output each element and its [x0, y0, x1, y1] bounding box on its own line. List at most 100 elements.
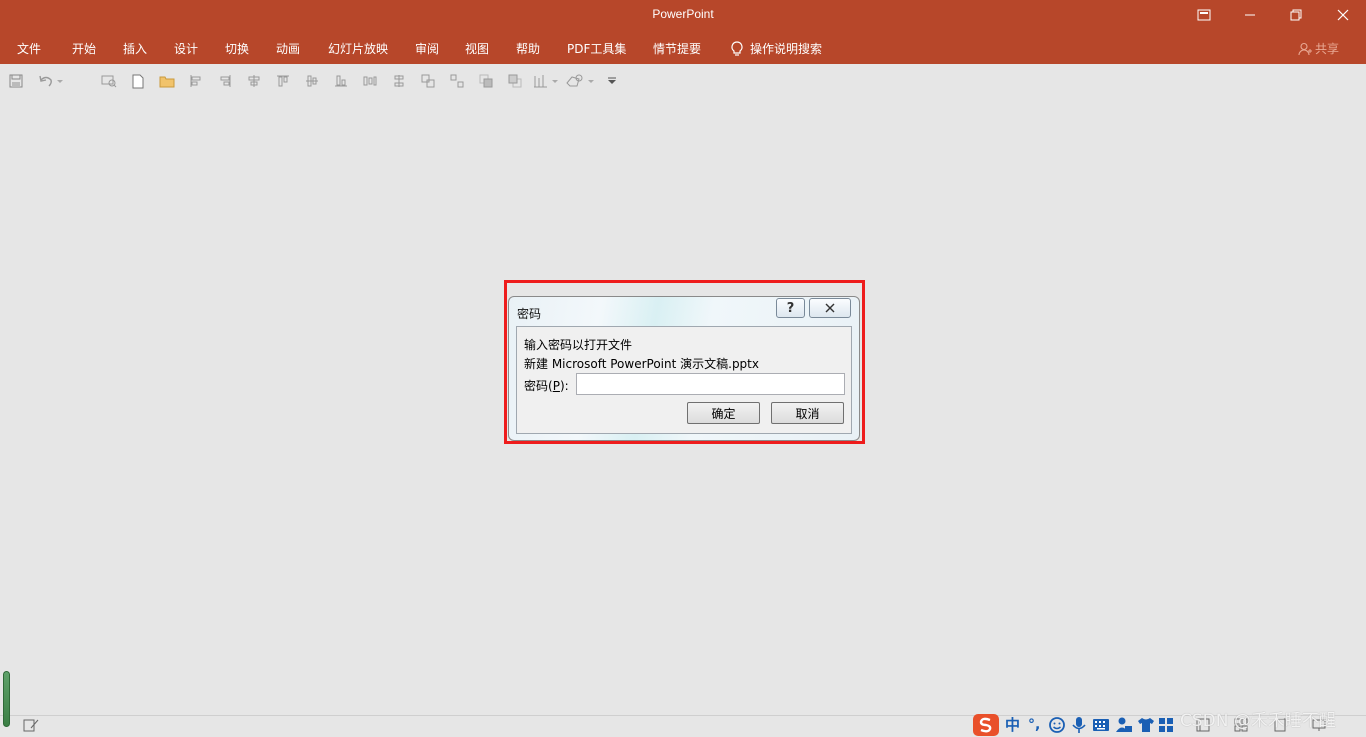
smiley-icon: [1049, 716, 1065, 733]
person-icon: [1298, 42, 1312, 55]
open-folder-button[interactable]: [158, 72, 176, 90]
tab-transitions[interactable]: 切换: [225, 40, 249, 57]
ime-keyboard-button[interactable]: [1092, 712, 1110, 737]
shirt-icon: [1138, 717, 1154, 732]
tab-review[interactable]: 审阅: [415, 40, 439, 57]
ime-emoji-button[interactable]: [1048, 712, 1066, 737]
tab-storyboard[interactable]: 情节提要: [653, 40, 701, 57]
minimize-button[interactable]: [1227, 0, 1273, 30]
window-title: PowerPoint: [652, 7, 714, 21]
align-center-button[interactable]: [245, 72, 263, 90]
open-folder-icon: [159, 76, 175, 87]
tell-me-search[interactable]: 操作说明搜索: [730, 40, 822, 57]
tab-pdf-tools[interactable]: PDF工具集: [567, 40, 626, 57]
tab-help[interactable]: 帮助: [516, 40, 540, 57]
align-left-icon: [190, 75, 201, 87]
distribute-horizontal-button[interactable]: [361, 72, 379, 90]
chart-button[interactable]: [533, 72, 559, 90]
align-right-button[interactable]: [216, 72, 234, 90]
password-input[interactable]: [576, 373, 845, 395]
close-icon: [825, 303, 835, 313]
user-icon: [1116, 717, 1132, 732]
align-middle-button[interactable]: [303, 72, 321, 90]
group-button[interactable]: [419, 72, 437, 90]
dialog-close-button[interactable]: [809, 298, 851, 318]
ribbon-display-options-button[interactable]: [1181, 0, 1227, 30]
bring-forward-button[interactable]: [477, 72, 495, 90]
microphone-icon: [1072, 716, 1086, 733]
new-document-button[interactable]: [129, 72, 147, 90]
align-bottom-button[interactable]: [332, 72, 350, 90]
password-dialog: 密码 ? 输入密码以打开文件 新建 Microsoft PowerPoint 演…: [508, 296, 860, 441]
password-accesskey: P: [552, 379, 560, 393]
slide-zoom-button[interactable]: [100, 72, 118, 90]
dialog-filename: 新建 Microsoft PowerPoint 演示文稿.pptx: [524, 357, 759, 371]
notes-icon: [23, 719, 39, 731]
keyboard-icon: [1093, 718, 1109, 731]
minimize-icon: [1245, 14, 1255, 16]
chart-icon: [534, 75, 558, 88]
ime-chinese-toggle[interactable]: 中: [1005, 712, 1020, 737]
save-button[interactable]: [7, 72, 25, 90]
slide-zoom-icon: [101, 75, 117, 88]
align-left-button[interactable]: [187, 72, 205, 90]
ime-skin-button[interactable]: [1137, 712, 1155, 737]
title-bar: PowerPoint: [0, 0, 1366, 32]
dialog-help-button[interactable]: ?: [776, 298, 805, 318]
sogou-logo-icon: [973, 713, 999, 736]
close-button[interactable]: [1320, 0, 1366, 30]
cancel-button[interactable]: 取消: [771, 402, 844, 424]
grid-icon: [1159, 717, 1173, 732]
notes-button[interactable]: [23, 712, 39, 737]
shapes-icon: [566, 74, 594, 87]
align-top-icon: [277, 75, 289, 87]
send-backward-icon: [508, 74, 522, 88]
ime-punctuation-toggle[interactable]: °,: [1028, 712, 1040, 737]
tab-file[interactable]: 文件: [17, 40, 41, 57]
ime-logo-button[interactable]: [972, 712, 1000, 737]
dialog-body: 输入密码以打开文件 新建 Microsoft PowerPoint 演示文稿.p…: [516, 326, 852, 434]
distribute-vertical-button[interactable]: [390, 72, 408, 90]
group-icon: [421, 74, 435, 88]
watermark-text: CSDN @禾禾睡不醒: [1180, 711, 1336, 731]
align-center-icon: [248, 75, 260, 87]
new-document-icon: [132, 74, 144, 88]
tab-home[interactable]: 开始: [72, 40, 96, 57]
tab-animations[interactable]: 动画: [276, 40, 300, 57]
bring-forward-icon: [479, 74, 493, 88]
ungroup-icon: [450, 74, 464, 88]
share-label: 共享: [1315, 42, 1340, 56]
tab-view[interactable]: 视图: [465, 40, 489, 57]
ime-user-button[interactable]: [1115, 712, 1133, 737]
help-icon: ?: [786, 300, 795, 316]
distribute-horizontal-icon: [363, 76, 377, 86]
dialog-title: 密码: [517, 307, 542, 321]
lightbulb-icon: [731, 40, 743, 56]
ok-button[interactable]: 确定: [687, 402, 760, 424]
send-backward-button[interactable]: [506, 72, 524, 90]
undo-button[interactable]: [37, 72, 65, 90]
distribute-vertical-icon: [394, 75, 404, 87]
ungroup-button[interactable]: [448, 72, 466, 90]
tab-design[interactable]: 设计: [174, 40, 198, 57]
ribbon-display-icon: [1197, 9, 1211, 21]
password-label: 密码(P):: [524, 379, 569, 393]
undo-icon: [39, 75, 63, 87]
align-middle-icon: [306, 75, 318, 87]
share-button[interactable]: 共享: [1298, 40, 1339, 57]
align-top-button[interactable]: [274, 72, 292, 90]
gauge-widget: [3, 671, 10, 727]
tab-slideshow[interactable]: 幻灯片放映: [328, 40, 388, 57]
restore-icon: [1290, 9, 1302, 21]
tab-insert[interactable]: 插入: [123, 40, 147, 57]
close-icon: [1337, 9, 1349, 21]
ime-voice-button[interactable]: [1071, 712, 1087, 737]
ime-toolbox-button[interactable]: [1158, 712, 1174, 737]
align-bottom-icon: [335, 75, 347, 87]
shapes-button[interactable]: [565, 72, 595, 90]
customize-toolbar-button[interactable]: [603, 72, 621, 90]
dialog-message: 输入密码以打开文件: [524, 338, 633, 352]
restore-button[interactable]: [1273, 0, 1319, 30]
tell-me-label: 操作说明搜索: [750, 42, 823, 56]
align-right-icon: [220, 75, 231, 87]
